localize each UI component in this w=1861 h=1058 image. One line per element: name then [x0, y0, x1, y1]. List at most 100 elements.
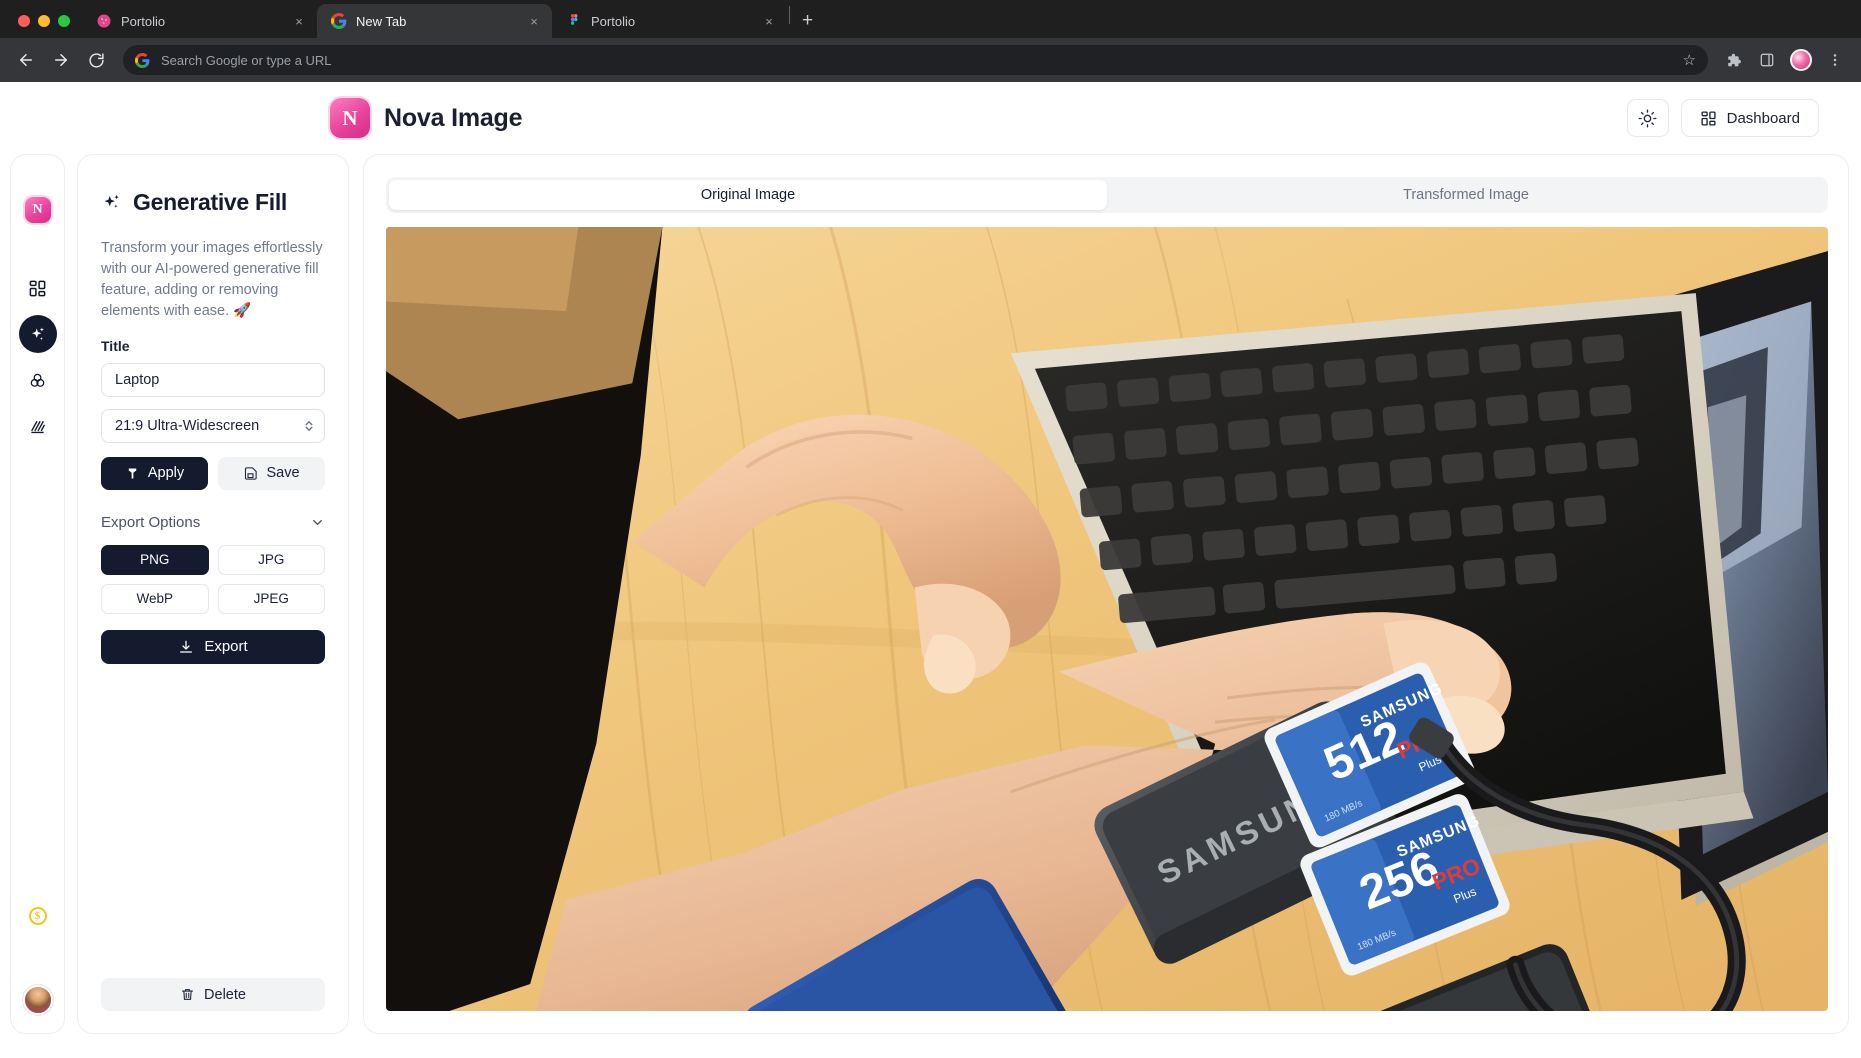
export-format-options: PNG JPG WebP JPEG: [101, 544, 325, 614]
delete-button[interactable]: Delete: [101, 978, 325, 1011]
aspect-ratio-value: 21:9 Ultra-Widescreen: [115, 417, 260, 434]
circles-icon: [30, 373, 45, 387]
panel-title-row: Generative Fill: [101, 189, 325, 216]
export-options-header[interactable]: Export Options: [101, 514, 325, 531]
sidebar-item-dashboard[interactable]: [19, 269, 57, 307]
apply-label: Apply: [147, 465, 185, 481]
reload-button[interactable]: [80, 44, 112, 76]
export-label: Export: [204, 638, 248, 655]
arrow-right-icon: [55, 54, 67, 66]
browser-menu-button[interactable]: [1821, 46, 1849, 74]
google-icon: [135, 52, 150, 68]
forward-button[interactable]: [45, 44, 77, 76]
nova-logo-icon: N: [330, 98, 370, 138]
side-panel-button[interactable]: [1753, 46, 1781, 74]
app-header: N Nova Image Dashboard: [0, 82, 1861, 154]
arrow-left-icon: [20, 54, 32, 66]
tab-divider: [789, 6, 790, 24]
toolbar-actions: [1719, 46, 1851, 74]
browser-tab-portolio-2[interactable]: Portolio ×: [552, 4, 787, 38]
address-bar[interactable]: Search Google or type a URL ☆: [123, 45, 1708, 75]
delete-label: Delete: [204, 986, 246, 1003]
app-header-actions: Dashboard: [1626, 99, 1819, 137]
browser-toolbar: Search Google or type a URL ☆: [0, 38, 1861, 82]
figma-icon: [571, 14, 578, 25]
close-tab-button[interactable]: ×: [761, 15, 777, 28]
app-brand[interactable]: N Nova Image: [330, 98, 523, 138]
aspect-ratio-select-wrapper: 21:9 Ultra-Widescreen: [101, 408, 325, 443]
address-bar-placeholder: Search Google or type a URL: [161, 52, 332, 68]
save-button[interactable]: Save: [218, 456, 325, 490]
format-option-jpg[interactable]: JPG: [217, 544, 325, 575]
sidebar-item-generative-fill[interactable]: [18, 315, 57, 353]
browser-tab-portolio-1[interactable]: Portolio ×: [82, 4, 317, 38]
sparkles-icon: [104, 194, 119, 208]
nova-image-app: N Nova Image Dashboard N $ Generative Fi…: [0, 82, 1861, 1058]
laptop-desk-photo: SAMSUNG 512 SAMSUNG PRO Plus 1: [386, 227, 1828, 1011]
export-button[interactable]: Export: [101, 629, 325, 664]
browser-tabstrip: Portolio × New Tab × Portolio × +: [0, 0, 1861, 38]
format-option-png[interactable]: PNG: [101, 544, 209, 575]
save-label: Save: [266, 465, 300, 481]
apply-button[interactable]: Apply: [101, 456, 208, 490]
tab-transformed-image[interactable]: Transformed Image: [1107, 180, 1825, 210]
export-options-label: Export Options: [101, 513, 201, 531]
coin-icon[interactable]: $: [28, 907, 47, 925]
grid-icon: [29, 280, 46, 296]
sun-icon: [1638, 109, 1657, 127]
bookmark-star-icon[interactable]: ☆: [1683, 51, 1696, 69]
image-preview-panel: Original Image Transformed Image SAMSUNG…: [363, 154, 1849, 1034]
back-button[interactable]: [10, 44, 42, 76]
grid-icon: [1701, 110, 1716, 126]
panel-action-buttons: Apply Save: [101, 456, 325, 490]
close-tab-button[interactable]: ×: [291, 15, 307, 28]
new-tab-button[interactable]: +: [792, 11, 823, 38]
sparkles-icon: [32, 327, 44, 340]
page-title: Generative Fill: [133, 189, 288, 215]
sidebar-logo-icon[interactable]: N: [24, 197, 51, 223]
tab-title: New Tab: [356, 13, 407, 29]
aspect-ratio-select[interactable]: 21:9 Ultra-Widescreen: [101, 408, 325, 443]
image-view-tabs: Original Image Transformed Image: [386, 177, 1828, 213]
dashboard-label: Dashboard: [1726, 109, 1800, 127]
maximize-window-button[interactable]: [58, 15, 70, 27]
panel-spacer: [101, 664, 325, 979]
app-title: Nova Image: [384, 103, 523, 132]
side-panel-icon: [1760, 53, 1774, 67]
close-tab-button[interactable]: ×: [526, 15, 542, 28]
panel-description: Transform your images effortlessly with …: [101, 240, 323, 319]
original-image-preview[interactable]: SAMSUNG 512 SAMSUNG PRO Plus 1: [386, 227, 1828, 1011]
browser-tab-new-tab[interactable]: New Tab ×: [317, 4, 552, 38]
three-dots-vertical-icon: [1833, 54, 1837, 66]
nova-logo-letter: N: [342, 105, 358, 130]
extensions-button[interactable]: [1719, 46, 1747, 74]
chevron-up-down-icon: [304, 418, 314, 433]
diagonal-lines-icon: [31, 420, 45, 433]
tab-original-image[interactable]: Original Image: [389, 180, 1107, 210]
sidebar-item-texture[interactable]: [19, 407, 57, 445]
google-icon: [331, 13, 347, 29]
tab-title: Portolio: [591, 13, 636, 29]
sidebar-item-color-blend[interactable]: [19, 361, 57, 399]
user-avatar[interactable]: [22, 985, 53, 1015]
generative-fill-panel: Generative Fill Transform your images ef…: [77, 154, 349, 1034]
theme-toggle-button[interactable]: [1626, 99, 1669, 137]
profile-button[interactable]: [1787, 46, 1815, 74]
close-window-button[interactable]: [18, 15, 30, 27]
minimize-window-button[interactable]: [38, 15, 50, 27]
dashboard-button[interactable]: Dashboard: [1680, 99, 1819, 137]
download-icon: [180, 640, 193, 653]
format-option-jpeg[interactable]: JPEG: [217, 583, 325, 614]
chevron-down-icon: [313, 519, 322, 525]
app-body: N $ Generative Fill Transform your image…: [0, 154, 1861, 1058]
floppy-disk-icon: [245, 466, 258, 480]
trash-icon: [182, 989, 194, 1000]
sidebar-logo-letter: N: [32, 202, 43, 217]
window-traffic-lights: [10, 15, 82, 38]
icon-sidebar: N $: [10, 154, 65, 1034]
format-option-webp[interactable]: WebP: [101, 583, 209, 614]
browser-window: Portolio × New Tab × Portolio × + Search…: [0, 0, 1861, 1058]
tab-title: Portolio: [121, 13, 166, 29]
title-input[interactable]: [101, 362, 325, 397]
profile-avatar: [1790, 49, 1812, 71]
